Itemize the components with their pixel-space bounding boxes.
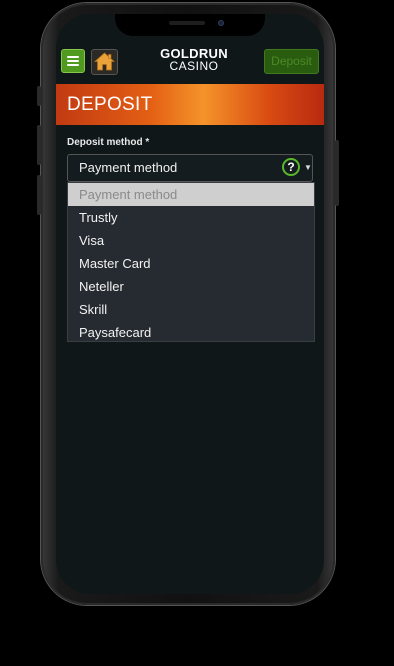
phone-volume-down-button [37, 175, 41, 215]
hamburger-icon [67, 56, 79, 58]
hamburger-icon [67, 60, 79, 62]
dropdown-option-paysafecard[interactable]: Paysafecard [68, 321, 314, 344]
app-header: GOLDRUN CASINO Deposit [56, 44, 324, 80]
dropdown-option-visa[interactable]: Visa [68, 229, 314, 252]
select-value: Payment method [79, 160, 178, 175]
dropdown-option-master-card[interactable]: Master Card [68, 252, 314, 275]
help-icon[interactable]: ? [282, 158, 300, 176]
logo-text-line2: CASINO [169, 59, 219, 73]
dropdown-option-neteller[interactable]: Neteller [68, 275, 314, 298]
home-icon [93, 52, 116, 71]
notch [115, 14, 265, 36]
phone-power-button [335, 140, 339, 206]
dropdown-option-placeholder[interactable]: Payment method [68, 183, 314, 206]
speaker-grill [169, 21, 205, 25]
deposit-button[interactable]: Deposit [264, 49, 319, 74]
chevron-down-icon: ▼ [304, 163, 312, 172]
menu-button[interactable] [61, 49, 85, 73]
dropdown-option-skrill[interactable]: Skrill [68, 298, 314, 321]
payment-method-dropdown: Payment method Trustly Visa Master Card … [67, 182, 315, 342]
phone-screen: GOLDRUN CASINO Deposit DEPOSIT Deposit m… [56, 14, 324, 594]
phone-side-button [37, 86, 41, 106]
home-button[interactable] [91, 49, 118, 75]
casino-logo[interactable]: GOLDRUN CASINO [154, 47, 234, 73]
camera-icon [218, 20, 224, 26]
deposit-method-select[interactable]: Payment method ? ▼ [67, 154, 313, 182]
page-title: DEPOSIT [56, 84, 324, 125]
phone-volume-up-button [37, 125, 41, 165]
hamburger-icon [67, 64, 79, 66]
dropdown-option-trustly[interactable]: Trustly [68, 206, 314, 229]
deposit-method-label: Deposit method * [67, 137, 150, 148]
